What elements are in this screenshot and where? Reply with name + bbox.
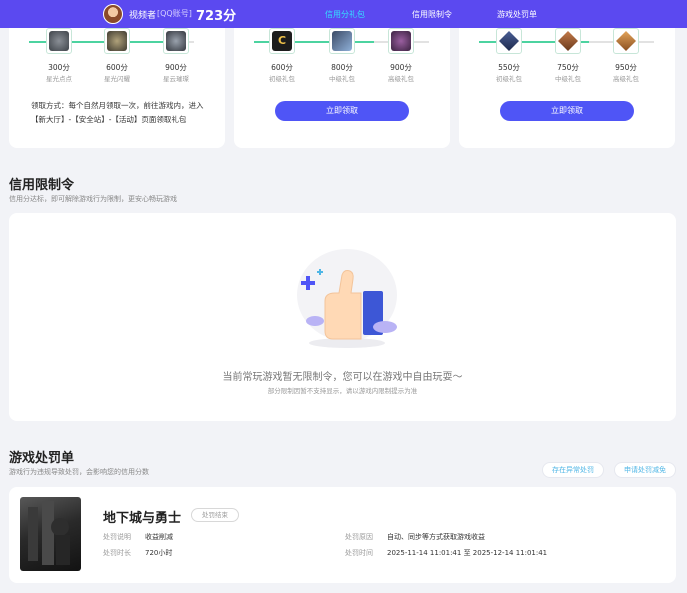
penalty-title: 游戏处罚单 xyxy=(9,451,75,466)
tier-name: 初级礼包 xyxy=(496,75,522,83)
appeal-reduction-button[interactable]: 申请处罚减免 xyxy=(614,462,676,478)
abnormal-penalty-button[interactable]: 存在异常处罚 xyxy=(542,462,604,478)
tier-name: 中级礼包 xyxy=(555,75,581,83)
tier-points: 750分 xyxy=(557,63,579,72)
empty-state-text: 当前常玩游戏暂无限制令，您可以在游戏中自由玩耍～ xyxy=(222,372,463,383)
tier-points: 900分 xyxy=(165,63,187,72)
rank-blue-icon xyxy=(496,28,522,54)
reward-card-gift: C 600分 800分 900分 初级礼包 中级礼包 高级礼包 立即领取 xyxy=(234,28,450,148)
tier-points: 300分 xyxy=(48,63,70,72)
tier-name: 高级礼包 xyxy=(613,75,639,83)
tier-name: 中级礼包 xyxy=(329,75,355,83)
reward-card-rank: 550分 750分 950分 初级礼包 中级礼包 高级礼包 立即领取 xyxy=(459,28,675,148)
tier-points: 600分 xyxy=(271,63,293,72)
field-value: 收益削减 xyxy=(145,533,173,541)
c-badge-icon: C xyxy=(269,28,295,54)
tier-points: 550分 xyxy=(498,63,520,72)
tier-points: 800分 xyxy=(331,63,353,72)
stone-medal-icon xyxy=(46,28,72,54)
chest-icon xyxy=(388,28,414,54)
avatar[interactable] xyxy=(103,4,123,24)
top-bar: 视频者 [QQ账号] 723分 信用分礼包 信用限制令 游戏处罚单 xyxy=(0,0,687,28)
account-type: [QQ账号] xyxy=(157,9,192,18)
helmet-medal-icon xyxy=(104,28,130,54)
field-label: 处罚说明 xyxy=(103,533,131,541)
tier-name: 星光点点 xyxy=(46,75,72,83)
field-label: 处罚时长 xyxy=(103,549,131,557)
field-value: 自动、同步等方式获取游戏收益 xyxy=(387,533,485,541)
tier-points: 600分 xyxy=(106,63,128,72)
nav-restriction[interactable]: 信用限制令 xyxy=(412,9,452,20)
field-label: 处罚原因 xyxy=(345,533,373,541)
field-value: 2025-11-14 11:01:41 至 2025-12-14 11:01:4… xyxy=(387,549,548,557)
rank-bronze-icon xyxy=(555,28,581,54)
nav-penalty[interactable]: 游戏处罚单 xyxy=(497,9,537,20)
restriction-empty-state: 当前常玩游戏暂无限制令，您可以在游戏中自由玩耍～ 部分限制因暂不支持显示，请以游… xyxy=(9,213,676,421)
claim-button[interactable]: 立即领取 xyxy=(500,101,634,121)
restriction-subtitle: 信用分达标，即可解除游戏行为限制，更安心畅玩游戏 xyxy=(9,195,177,203)
card-icon xyxy=(329,28,355,54)
tier-points: 900分 xyxy=(390,63,412,72)
tier-name: 高级礼包 xyxy=(388,75,414,83)
field-label: 处罚时间 xyxy=(345,549,373,557)
nav-credit-gift[interactable]: 信用分礼包 xyxy=(325,9,365,20)
penalty-card: 地下城与勇士 处罚结束 处罚说明 收益削减 处罚时长 720小时 处罚原因 自动… xyxy=(9,487,676,583)
penalty-subtitle: 游戏行为违规导致处罚，会影响您的信用分数 xyxy=(9,468,149,476)
tier-name: 初级礼包 xyxy=(269,75,295,83)
game-name: 地下城与勇士 xyxy=(103,511,182,526)
status-badge: 处罚结束 xyxy=(191,508,239,522)
credit-score: 723分 xyxy=(196,9,237,24)
reward-card-credit: 300分 600分 900分 星光点点 星光闪耀 星云璀璨 领取方式：每个自然月… xyxy=(9,28,225,148)
tier-name: 星光闪耀 xyxy=(104,75,130,83)
armor-medal-icon xyxy=(163,28,189,54)
tier-name: 星云璀璨 xyxy=(163,75,189,83)
rank-gold-icon xyxy=(613,28,639,54)
claim-button[interactable]: 立即领取 xyxy=(275,101,409,121)
game-cover-image xyxy=(20,497,81,571)
empty-state-note: 部分限制因暂不支持显示，请以游戏内限制提示为准 xyxy=(267,387,418,395)
thumbs-up-icon xyxy=(297,249,397,348)
restriction-title: 信用限制令 xyxy=(9,178,75,193)
field-value: 720小时 xyxy=(145,549,173,557)
tier-points: 950分 xyxy=(615,63,637,72)
claim-description: 领取方式：每个自然月领取一次，前往游戏内，进入【新大厅】-【安全站】-【活动】页… xyxy=(31,101,204,124)
nickname: 视频者 xyxy=(129,11,157,21)
